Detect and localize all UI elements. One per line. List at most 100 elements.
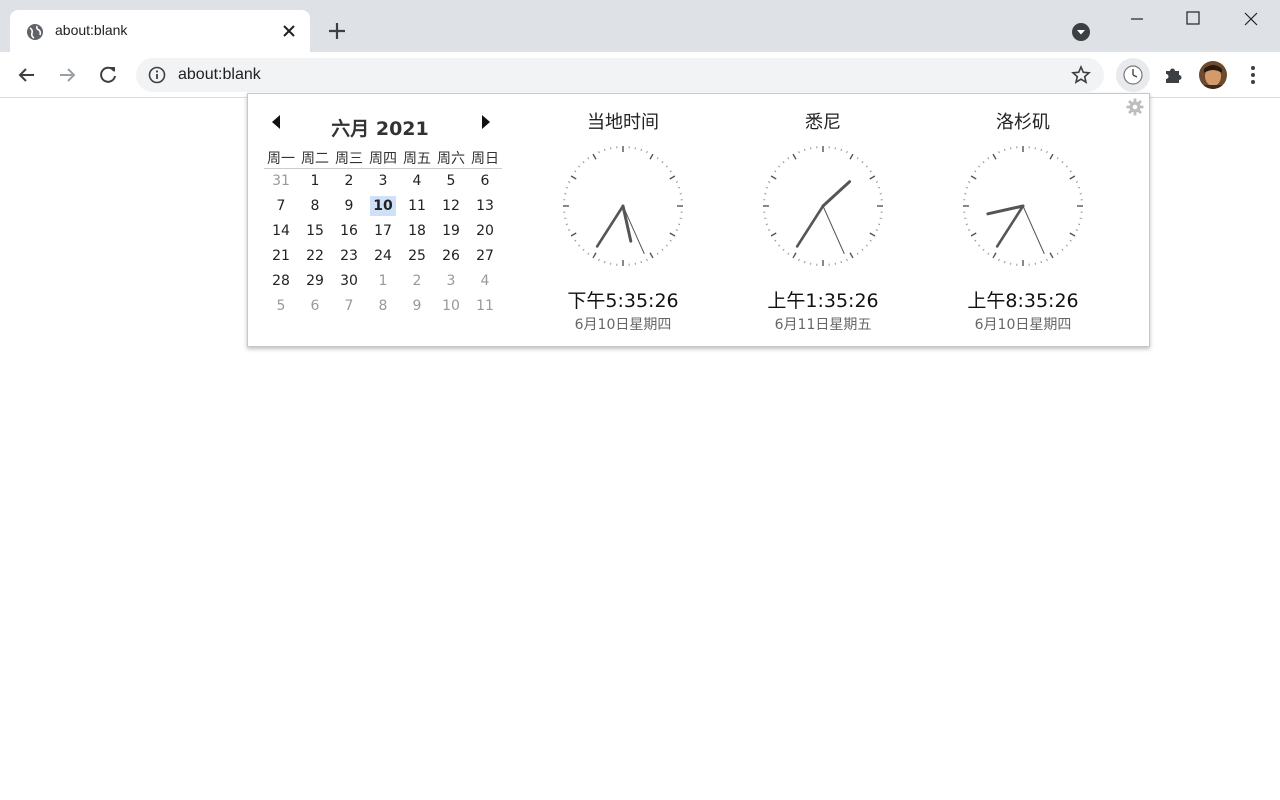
calendar-day[interactable]: 15: [298, 219, 332, 244]
clock-hour-tick: [1069, 232, 1076, 237]
clock-icon: [1123, 65, 1143, 85]
calendar-week-row: 28 29 30 1 2 3 4: [264, 269, 502, 294]
calendar-day[interactable]: 11: [400, 194, 434, 219]
calendar-day[interactable]: 22: [298, 244, 332, 269]
maximize-icon[interactable]: [1183, 8, 1203, 28]
calendar-day-today[interactable]: 10: [366, 194, 400, 219]
new-tab-icon[interactable]: [326, 20, 348, 42]
clock-minute-tick: [787, 252, 790, 255]
forward-icon[interactable]: [56, 64, 78, 86]
clock-hour-tick: [970, 175, 977, 180]
clock-extension-button[interactable]: [1116, 58, 1150, 92]
weekday-header: 周三: [332, 148, 366, 169]
clock-minute-tick: [669, 170, 672, 173]
clock-minute-tick: [646, 258, 648, 261]
calendar-day[interactable]: 18: [400, 219, 434, 244]
address-bar[interactable]: about:blank: [136, 58, 1104, 92]
calendar-day[interactable]: 3: [366, 169, 400, 194]
calendar-day-number: 1: [310, 173, 320, 190]
calendar-day[interactable]: 5: [434, 169, 468, 194]
clock-hour-tick: [1049, 252, 1054, 259]
clock-hour-tick: [992, 252, 997, 259]
calendar-day[interactable]: 21: [264, 244, 298, 269]
calendar-day-number: 2: [344, 173, 354, 190]
reload-icon[interactable]: [97, 64, 119, 86]
calendar-day[interactable]: 2: [332, 169, 366, 194]
clock-minute-tick: [578, 244, 581, 247]
gear-icon[interactable]: [1126, 98, 1144, 116]
calendar-day[interactable]: 24: [366, 244, 400, 269]
calendar-grid: 周一 周二 周三 周四 周五 周六 周日 31 1 2 3 4 5 6 7 8 9 10 11 12 13 14 15 16…: [264, 148, 502, 319]
calendar-day[interactable]: 20: [468, 219, 502, 244]
clock-hour-tick: [669, 232, 676, 237]
clock-minute-tick: [982, 161, 985, 164]
clock-minute-tick: [574, 170, 577, 173]
calendar-day[interactable]: 23: [332, 244, 366, 269]
star-icon[interactable]: [1071, 65, 1091, 85]
avatar[interactable]: [1199, 61, 1227, 89]
calendar-day[interactable]: 6: [468, 169, 502, 194]
calendar-day[interactable]: 13: [468, 194, 502, 219]
clock-minute-tick: [669, 239, 672, 242]
calendar-day[interactable]: 17: [366, 219, 400, 244]
calendar-day[interactable]: 8: [298, 194, 332, 219]
calendar-day[interactable]: 7: [264, 194, 298, 219]
url-text[interactable]: about:blank: [178, 66, 261, 84]
clock-minute-tick: [661, 248, 664, 251]
calendar-day[interactable]: 3: [434, 269, 468, 294]
clock-minute-tick: [1004, 148, 1006, 151]
clock-second-hand: [822, 205, 845, 255]
calendar-day[interactable]: 6: [298, 294, 332, 319]
clock-minute-tick: [840, 148, 842, 151]
more-menu-icon[interactable]: [1242, 64, 1264, 86]
clock-hour-tick: [592, 153, 597, 160]
info-icon[interactable]: [148, 66, 166, 84]
tab-search-icon[interactable]: [1071, 22, 1091, 42]
calendar-day[interactable]: 1: [366, 269, 400, 294]
calendar-day[interactable]: 31: [264, 169, 298, 194]
world-clock-popup: 六月 2021 周一 周二 周三 周四 周五 周六 周日 31 1 2 3 4 5 6 7 8 9 10 11 12…: [247, 93, 1150, 347]
clock-minute-tick: [578, 165, 581, 168]
calendar-day[interactable]: 2: [400, 269, 434, 294]
calendar-day[interactable]: 19: [434, 219, 468, 244]
calendar-day[interactable]: 7: [332, 294, 366, 319]
calendar-day[interactable]: 4: [468, 269, 502, 294]
calendar-day[interactable]: 1: [298, 169, 332, 194]
clock-minute-tick: [765, 187, 768, 189]
calendar-day[interactable]: 4: [400, 169, 434, 194]
calendar-day[interactable]: 27: [468, 244, 502, 269]
extensions-puzzle-icon[interactable]: [1162, 64, 1184, 86]
calendar-day[interactable]: 12: [434, 194, 468, 219]
analog-clock-face: [963, 146, 1083, 266]
calendar-day[interactable]: 8: [366, 294, 400, 319]
calendar-day[interactable]: 5: [264, 294, 298, 319]
clock-name: 当地时间: [587, 112, 659, 133]
clock-hour-tick: [869, 175, 876, 180]
window-close-icon[interactable]: [1240, 8, 1262, 30]
calendar-day[interactable]: 16: [332, 219, 366, 244]
clock-hour-tick: [1049, 153, 1054, 160]
calendar-day[interactable]: 9: [400, 294, 434, 319]
clock-minute-tick: [656, 252, 659, 255]
back-icon[interactable]: [16, 64, 38, 86]
next-month-icon[interactable]: [480, 114, 492, 130]
clock-hour-tick: [649, 153, 654, 160]
clock-minute-tick: [665, 165, 668, 168]
calendar-day[interactable]: 26: [434, 244, 468, 269]
close-icon[interactable]: [280, 22, 298, 40]
minimize-icon[interactable]: [1126, 10, 1148, 28]
calendar-day[interactable]: 11: [468, 294, 502, 319]
clock-minute-tick: [640, 261, 642, 264]
calendar-day[interactable]: 25: [400, 244, 434, 269]
clock-minute-tick: [978, 244, 981, 247]
calendar-day[interactable]: 30: [332, 269, 366, 294]
calendar-day[interactable]: 29: [298, 269, 332, 294]
globe-icon: [27, 24, 43, 40]
clock-minute-tick: [869, 239, 872, 242]
calendar-day[interactable]: 14: [264, 219, 298, 244]
calendar-day[interactable]: 10: [434, 294, 468, 319]
calendar-day[interactable]: 9: [332, 194, 366, 219]
tab-about-blank[interactable]: about:blank: [10, 10, 310, 52]
calendar-day-number: 4: [412, 173, 422, 190]
calendar-day[interactable]: 28: [264, 269, 298, 294]
